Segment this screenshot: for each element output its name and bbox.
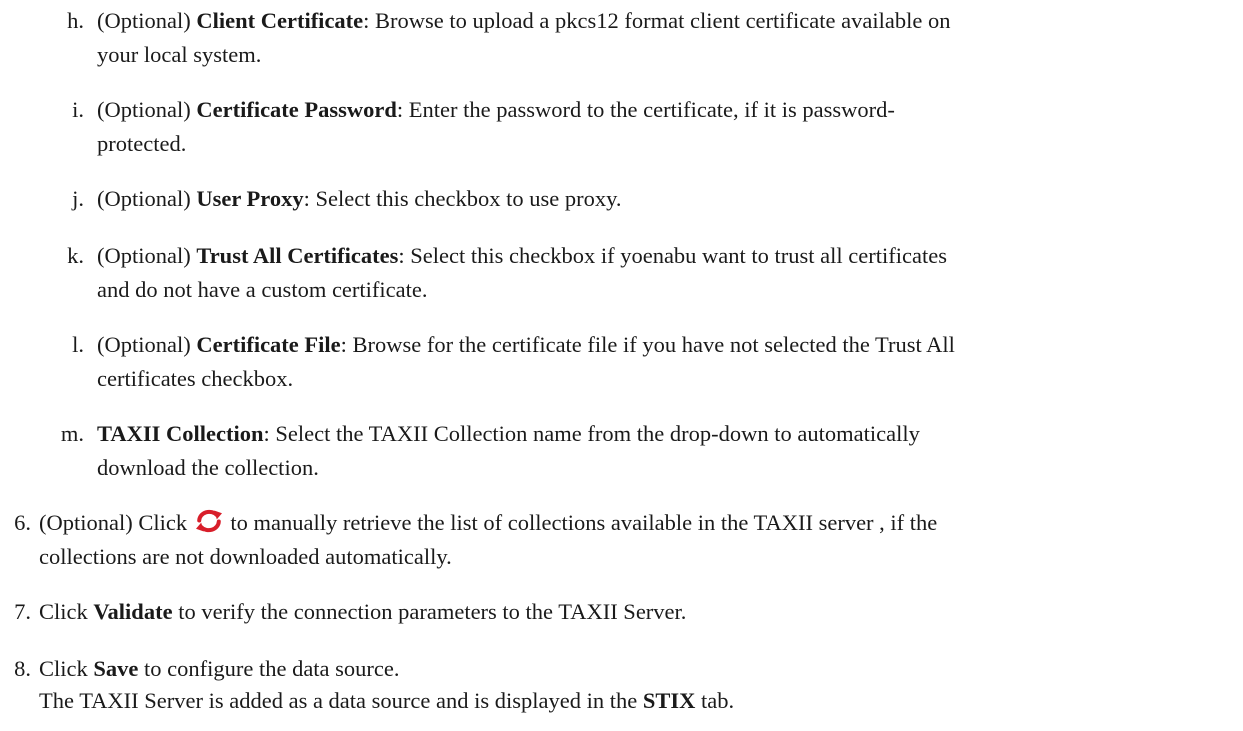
substep-marker: m. [60, 421, 84, 446]
step-marker: 7. [14, 599, 31, 624]
field-name: Certificate Password [196, 97, 397, 122]
substep-marker: k. [67, 243, 84, 268]
field-name: Client Certificate [196, 8, 364, 33]
validate-label: Validate [93, 599, 173, 624]
step-marker: 6. [14, 510, 31, 535]
substep-marker: i. [72, 97, 84, 122]
field-name: TAXII Collection [97, 421, 264, 446]
field-name: User Proxy [196, 186, 304, 211]
refresh-icon [195, 509, 223, 533]
save-label: Save [93, 656, 139, 681]
step-marker: 8. [14, 656, 31, 681]
field-name: Certificate File [196, 332, 341, 357]
substep-marker: j. [72, 186, 84, 211]
stix-tab-label: STIX [642, 688, 696, 713]
substep-marker: l. [72, 332, 84, 357]
substep-marker: h. [67, 8, 84, 33]
field-name: Trust All Certificates [196, 243, 399, 268]
